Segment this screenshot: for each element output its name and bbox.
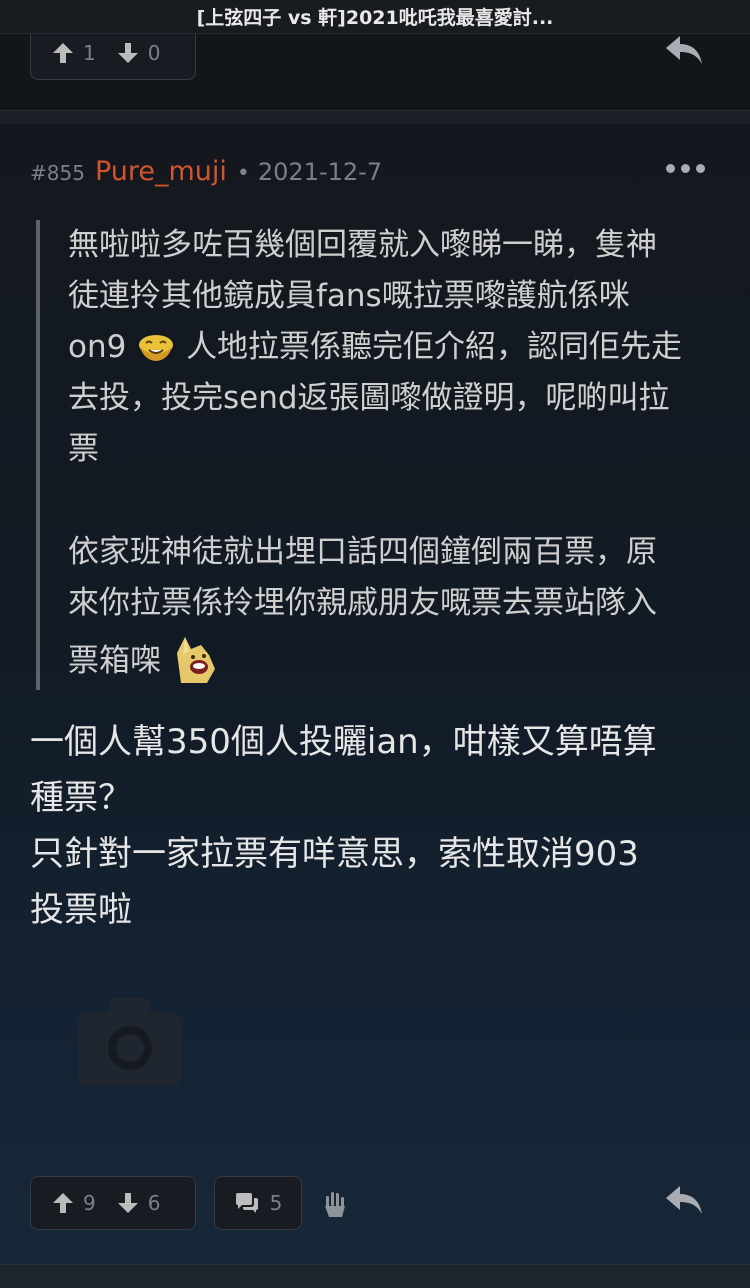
body-line: 投票啦 bbox=[30, 890, 132, 930]
arrow-down-icon bbox=[117, 1193, 138, 1213]
smiling-face-emoji bbox=[139, 334, 174, 361]
previous-upvote-count: 1 bbox=[83, 41, 96, 65]
previous-vote-box: 1 0 bbox=[30, 26, 196, 80]
more-dot bbox=[666, 164, 675, 173]
reply-icon bbox=[666, 36, 702, 64]
post: #855 Pure_muji • 2021-12-7 無啦啦多咗百幾個回覆就入嚟… bbox=[0, 124, 750, 1264]
post-divider bbox=[0, 1264, 750, 1288]
reply-button[interactable] bbox=[664, 1184, 704, 1216]
body-line: 一個人幫350個人投曬ian，咁樣又算唔算 bbox=[30, 722, 657, 762]
post-separator: • bbox=[236, 161, 250, 186]
post-number: #855 bbox=[30, 161, 85, 185]
camera-icon[interactable] bbox=[76, 994, 184, 1088]
quoted-reply: 無啦啦多咗百幾個回覆就入嚟睇一睇，隻神 徒連拎其他鏡成員fans嘅拉票嚟護航係咪… bbox=[36, 220, 726, 690]
arrow-down-icon bbox=[117, 43, 138, 63]
body-line: 只針對一家拉票有咩意思，索性取消903 bbox=[30, 834, 639, 874]
quote-line-with-emoji: 票箱㗎 bbox=[68, 633, 726, 687]
arrow-up-icon bbox=[53, 1193, 73, 1213]
post-body: 一個人幫350個人投曬ian，咁樣又算唔算 種票？ 只針對一家拉票有咩意思，索性… bbox=[30, 714, 730, 938]
post-divider bbox=[0, 110, 750, 124]
upvote-button[interactable]: 9 bbox=[51, 1191, 96, 1215]
quote-line: 票 bbox=[68, 431, 99, 467]
previous-post-footer: 1 0 bbox=[0, 26, 750, 112]
previous-downvote-count: 0 bbox=[147, 41, 161, 65]
downvote-count: 6 bbox=[147, 1191, 161, 1215]
previous-upvote-button[interactable]: 1 bbox=[51, 41, 96, 65]
previous-reply-button[interactable] bbox=[664, 34, 704, 66]
quote-text: on9 bbox=[68, 329, 127, 365]
arrow-up-icon bbox=[53, 43, 73, 63]
quote-line: 無啦啦多咗百幾個回覆就入嚟睇一睇，隻神 bbox=[68, 227, 657, 263]
quote-line: 依家班神徒就出埋口話四個鐘倒兩百票，原 bbox=[68, 534, 657, 570]
post-vote-box: 9 6 bbox=[30, 1176, 196, 1230]
post-date: 2021-12-7 bbox=[257, 158, 383, 186]
comments-button[interactable]: 5 bbox=[214, 1176, 302, 1230]
more-dot bbox=[696, 164, 705, 173]
post-header: #855 Pure_muji • 2021-12-7 bbox=[30, 156, 383, 187]
upvote-count: 9 bbox=[83, 1191, 96, 1215]
quote-line: 徒連拎其他鏡成員fans嘅拉票嚟護航係咪 bbox=[68, 278, 630, 314]
downvote-button[interactable]: 6 bbox=[116, 1191, 161, 1215]
hand-icon[interactable] bbox=[322, 1190, 348, 1218]
comment-count: 5 bbox=[269, 1191, 283, 1215]
comment-icon bbox=[235, 1193, 258, 1213]
quote-text: 人地拉票係聽完佢介紹，認同佢先走 bbox=[186, 329, 683, 365]
quote-line: 去投，投完send返張圖嚟做證明，呢啲叫拉 bbox=[68, 380, 670, 416]
previous-downvote-button[interactable]: 0 bbox=[116, 41, 161, 65]
post-author[interactable]: Pure_muji bbox=[95, 156, 227, 187]
quote-line: 來你拉票係拎埋你親戚朋友嘅票去票站隊入 bbox=[68, 585, 657, 621]
reply-icon bbox=[666, 1186, 702, 1214]
body-line: 種票？ bbox=[30, 778, 132, 818]
quote-line-with-emoji: on9 人地拉票係聽完佢介紹，認同佢先走 bbox=[68, 322, 726, 373]
more-icon[interactable] bbox=[666, 164, 706, 176]
window-title: [上弦四子 vs 軒]2021吡吒我最喜愛討... bbox=[0, 0, 750, 34]
more-dot bbox=[681, 164, 690, 173]
quote-text: 票箱㗎 bbox=[68, 643, 161, 679]
shocked-face-emoji bbox=[176, 637, 215, 683]
